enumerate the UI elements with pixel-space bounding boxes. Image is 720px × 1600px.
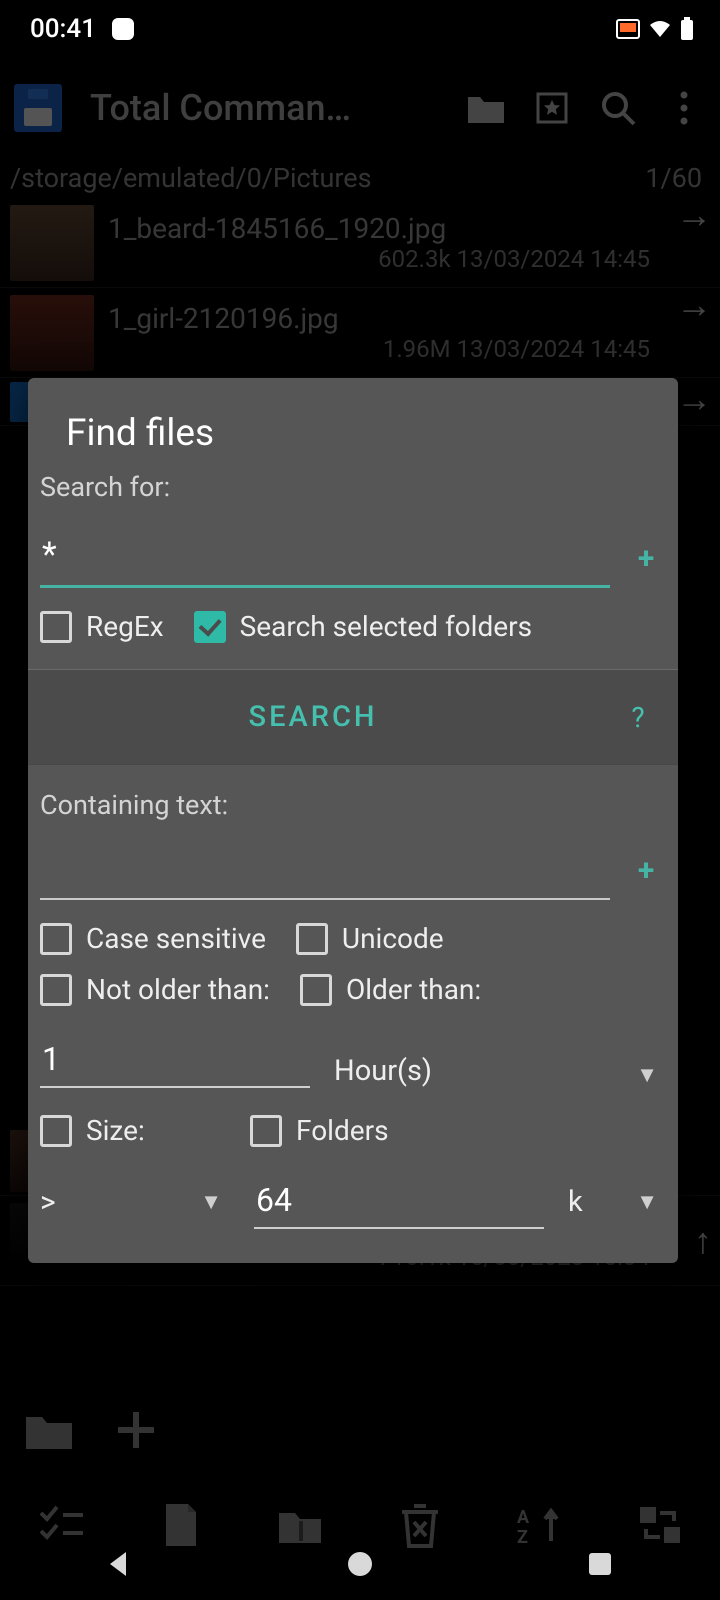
folders-label: Folders — [296, 1114, 389, 1147]
checkbox-icon — [40, 923, 72, 955]
find-files-dialog: Find files Search for: + RegEx Search se… — [28, 378, 678, 1263]
case-label: Case sensitive — [86, 922, 266, 955]
chevron-down-icon: ▼ — [628, 1189, 666, 1215]
dialog-title: Find files — [28, 412, 678, 465]
age-unit-select[interactable]: Hour(s) — [334, 1054, 604, 1088]
nav-recent-button[interactable] — [582, 1546, 618, 1582]
search-for-label: Search for: — [40, 465, 666, 503]
svg-text:A: A — [517, 1507, 530, 1528]
notification-icon — [112, 18, 134, 40]
search-selected-folders-checkbox[interactable]: Search selected folders — [194, 610, 532, 643]
nav-home-button[interactable] — [342, 1546, 378, 1582]
age-value-input[interactable] — [40, 1034, 310, 1088]
regex-label: RegEx — [86, 610, 164, 643]
checkbox-icon — [40, 1115, 72, 1147]
add-text-button[interactable]: + — [626, 853, 666, 900]
case-sensitive-checkbox[interactable]: Case sensitive — [40, 922, 266, 955]
help-button[interactable]: ? — [598, 701, 678, 734]
path-row: /storage/emulated/0/Pictures 1/60 — [0, 158, 720, 198]
nav-bar — [0, 1528, 720, 1600]
thumbnail — [10, 295, 94, 371]
status-bar: 00:41 — [0, 0, 720, 58]
checkbox-checked-icon — [194, 611, 226, 643]
thumbnail — [10, 205, 94, 281]
chevron-down-icon: ▼ — [628, 1062, 666, 1088]
bookmark-icon — [530, 86, 574, 130]
search-button[interactable]: SEARCH — [28, 700, 598, 734]
folders-checkbox[interactable]: Folders — [250, 1114, 389, 1147]
ssf-label: Search selected folders — [240, 610, 532, 643]
checkbox-icon — [250, 1115, 282, 1147]
search-for-input[interactable] — [40, 527, 610, 588]
arrow-right-icon: → — [676, 378, 712, 420]
older-label: Older than: — [346, 973, 481, 1006]
clock: 00:41 — [30, 14, 96, 44]
arrow-right-icon: → — [676, 194, 712, 236]
nav-back-button[interactable] — [102, 1546, 138, 1582]
size-operator-select[interactable]: > ▼ — [40, 1185, 230, 1220]
quick-toolbar — [0, 1380, 720, 1480]
plus-icon — [114, 1408, 158, 1452]
file-row: 1_beard-1845166_1920.jpg 602.3k 13/03/20… — [0, 198, 720, 288]
add-pattern-button[interactable]: + — [626, 541, 666, 588]
cast-icon — [616, 19, 640, 39]
checkbox-icon — [300, 974, 332, 1006]
not-older-label: Not older than: — [86, 973, 270, 1006]
containing-text-input[interactable] — [40, 845, 610, 900]
size-checkbox[interactable]: Size: — [40, 1114, 220, 1147]
size-unit-select[interactable]: k ▼ — [568, 1185, 666, 1219]
checkbox-icon — [40, 974, 72, 1006]
folder-icon — [24, 1409, 74, 1451]
not-older-than-checkbox[interactable]: Not older than: — [40, 973, 270, 1006]
checkbox-icon — [40, 611, 72, 643]
app-title: Total Comman… — [90, 87, 442, 129]
size-label: Size: — [86, 1114, 145, 1147]
size-op-value: > — [40, 1185, 56, 1220]
file-name: 1_beard-1845166_1920.jpg — [108, 212, 720, 245]
unicode-checkbox[interactable]: Unicode — [296, 922, 444, 955]
folder-icon — [464, 86, 508, 130]
search-icon — [596, 86, 640, 130]
chevron-down-icon: ▼ — [192, 1189, 230, 1215]
file-name: 1_girl-2120196.jpg — [108, 302, 720, 335]
file-meta: 1.96M 13/03/2024 14:45 — [383, 335, 720, 363]
size-unit-value: k — [568, 1185, 583, 1219]
app-icon — [14, 84, 62, 132]
arrow-up-icon: ↑ — [694, 1220, 712, 1262]
overflow-icon — [662, 86, 706, 130]
app-bar: Total Comman… — [0, 58, 720, 158]
file-meta: 602.3k 13/03/2024 14:45 — [378, 245, 720, 273]
containing-label: Containing text: — [40, 783, 666, 821]
older-than-checkbox[interactable]: Older than: — [300, 973, 481, 1006]
file-row: 1_girl-2120196.jpg 1.96M 13/03/2024 14:4… — [0, 288, 720, 378]
regex-checkbox[interactable]: RegEx — [40, 610, 164, 643]
checkbox-icon — [296, 923, 328, 955]
unicode-label: Unicode — [342, 922, 444, 955]
arrow-right-icon: → — [676, 284, 712, 326]
wifi-icon — [648, 19, 672, 39]
battery-icon — [680, 17, 694, 41]
current-path: /storage/emulated/0/Pictures — [10, 162, 372, 194]
file-counter: 1/60 — [645, 162, 702, 194]
size-value-input[interactable] — [254, 1175, 544, 1229]
